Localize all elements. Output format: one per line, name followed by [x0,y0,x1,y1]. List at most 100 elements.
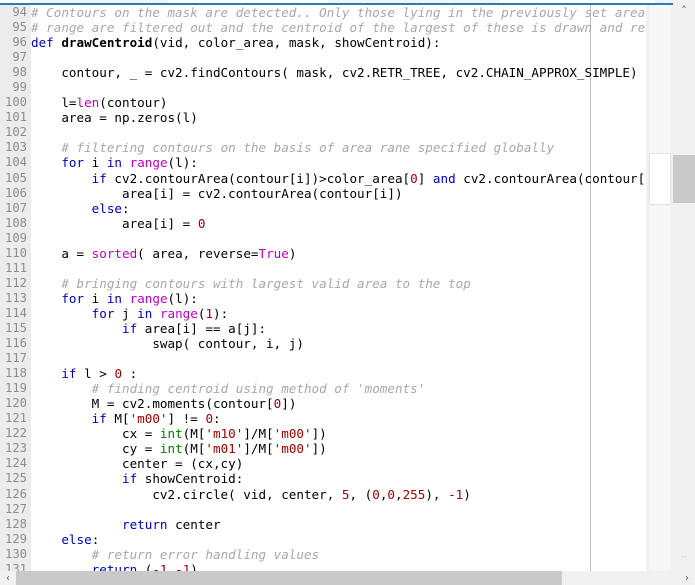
vertical-scrollbar[interactable]: ˄ ˅ [673,0,695,571]
code-line-source: # Contours on the mask are detected.. On… [31,5,645,20]
code-line-source: return center [122,516,221,532]
line-number: 114 [4,305,27,320]
code-line-source: area[i] = cv2.contourArea(contour[i]) [31,185,403,201]
code-line-source: for i in range(l): [61,290,198,306]
code-line[interactable]: 94 # Contours on the mask are detected.. … [0,5,645,20]
code-line[interactable]: 130 # return error handling values [0,547,645,562]
code-line-source: def drawCentroid(vid, color_area, mask, … [31,35,441,51]
line-number: 96 [12,35,27,50]
horizontal-scrollbar[interactable]: ‹ › [0,571,695,585]
code-line-source: # filtering contours on the basis of are… [61,140,555,156]
code-line[interactable]: 104 for i in range(l): [0,155,645,170]
code-line[interactable]: 98 contour, _ = cv2.findContours( mask, … [0,65,645,80]
code-line-source: # finding centroid using method of 'mome… [91,381,426,397]
code-line[interactable]: 106 area[i] = cv2.contourArea(contour[i]… [0,186,645,201]
code-line-source: if showCentroid: [122,471,244,487]
code-line-source: if cv2.contourArea(contour[i])>color_are… [91,170,645,186]
line-number: 106 [4,185,27,200]
code-line[interactable]: 131 return (-1,-1) [0,562,645,571]
line-number: 99 [12,80,27,95]
code-line[interactable]: 96 def drawCentroid(vid, color_area, mask… [0,35,645,50]
code-line-source: center = (cx,cy) [31,456,244,472]
code-line[interactable]: 115 if area[i] == a[j]: [0,321,645,336]
code-line[interactable]: 111 [0,261,645,276]
vertical-scrollbar-thumb[interactable] [673,155,695,203]
line-number: 125 [4,471,27,486]
code-line[interactable]: 113 for i in range(l): [0,291,645,306]
code-line[interactable]: 120 M = cv2.moments(contour[0]) [0,396,645,411]
code-line[interactable]: 116 swap( contour, i, j) [0,336,645,351]
code-line-source: for i in range(l): [61,155,198,171]
code-line-source: # return error handling values [91,546,320,562]
code-line[interactable]: 127 [0,502,645,517]
code-line[interactable]: 126 cv2.circle( vid, center, 5, (0,0,255… [0,487,645,502]
code-line[interactable]: 117 [0,351,645,366]
line-number: 101 [4,110,27,125]
code-line[interactable]: 102 [0,125,645,140]
line-number: 111 [4,260,27,275]
code-line[interactable]: 118 if l > 0 : [0,366,645,381]
code-line-source: return (-1,-1) [91,561,198,571]
code-line[interactable]: 112 # bringing contours with largest val… [0,276,645,291]
code-line[interactable]: 100 l=len(contour) [0,95,645,110]
code-line[interactable]: 123 cy = int(M['m01']/M['m00']) [0,441,645,456]
code-line[interactable]: 110 a = sorted( area, reverse=True) [0,246,645,261]
horizontal-scrollbar-thumb[interactable] [16,571,562,585]
code-editor-window: 94 # Contours on the mask are detected.. … [0,0,695,585]
line-number: 110 [4,245,27,260]
overview-viewport-marker[interactable] [649,153,671,205]
code-line[interactable]: 129 else: [0,532,645,547]
scrollbar-corner [673,557,695,571]
line-number: 117 [4,351,27,366]
line-number: 115 [4,320,27,335]
code-line[interactable]: 121 if M['m00'] != 0: [0,411,645,426]
line-number: 113 [4,290,27,305]
code-line[interactable]: 99 [0,80,645,95]
scroll-left-arrow-icon[interactable]: ‹ [0,571,16,585]
code-line[interactable]: 95 # range are filtered out and the centr… [0,20,645,35]
code-line-source: if l > 0 : [61,366,138,382]
code-line[interactable]: 105 if cv2.contourArea(contour[i])>color… [0,171,645,186]
line-number: 116 [4,336,27,351]
line-number: 122 [4,426,27,441]
line-number: 97 [12,50,27,65]
line-number: 119 [4,381,27,396]
code-line-source: swap( contour, i, j) [31,336,304,352]
code-line[interactable]: 107 else: [0,201,645,216]
code-line-source: if M['m00'] != 0: [91,411,221,427]
code-line[interactable]: 108 area[i] = 0 [0,216,645,231]
code-line-source: M = cv2.moments(contour[0]) [31,396,297,412]
editor-viewport[interactable]: 94 # Contours on the mask are detected.. … [0,5,645,571]
code-line[interactable]: 122 cx = int(M['m10']/M['m00']) [0,426,645,441]
code-line-source: area = np.zeros(l) [31,110,198,126]
code-line[interactable]: 97 [0,50,645,65]
code-line[interactable]: 119 # finding centroid using method of '… [0,381,645,396]
code-line-source: l=len(contour) [31,95,168,111]
line-number: 109 [4,230,27,245]
line-number: 123 [4,441,27,456]
code-line[interactable]: 109 [0,231,645,246]
code-text-area[interactable]: 94 # Contours on the mask are detected.. … [0,5,645,571]
line-number: 102 [4,125,27,140]
line-number: 128 [4,516,27,531]
code-line[interactable]: 128 return center [0,517,645,532]
code-line[interactable]: 114 for j in range(1): [0,306,645,321]
line-number: 121 [4,411,27,426]
code-line-source: cx = int(M['m10']/M['m00']) [31,426,327,442]
code-line-source: contour, _ = cv2.findContours( mask, cv2… [31,65,638,81]
scroll-up-arrow-icon[interactable]: ˄ [673,0,695,20]
line-number: 95 [12,20,27,35]
line-number: 127 [4,501,27,516]
code-line[interactable]: 103 # filtering contours on the basis of… [0,140,645,155]
line-number: 94 [12,5,27,19]
code-line-source: else: [61,531,100,547]
code-line[interactable]: 124 center = (cx,cy) [0,456,645,471]
code-line[interactable]: 101 area = np.zeros(l) [0,110,645,125]
code-line[interactable]: 125 if showCentroid: [0,471,645,486]
overview-strip[interactable] [645,5,673,571]
line-number: 129 [4,531,27,546]
line-number: 107 [4,200,27,215]
code-line-source: # range are filtered out and the centroi… [31,20,645,36]
line-number: 98 [12,65,27,80]
scroll-right-arrow-icon[interactable]: › [679,571,695,585]
